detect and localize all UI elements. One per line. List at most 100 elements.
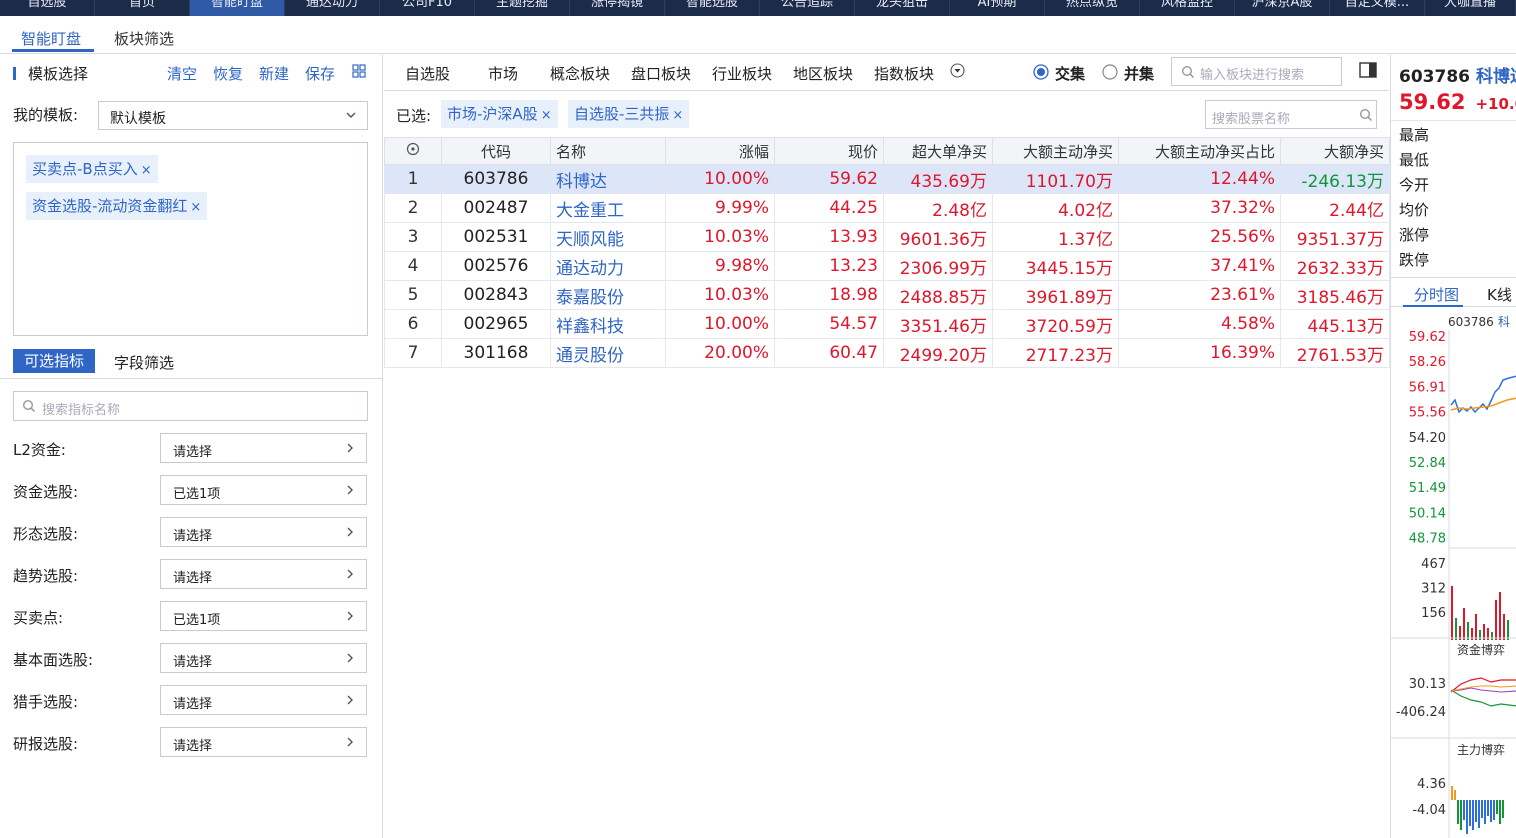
category-market[interactable]: 市场 <box>488 63 518 84</box>
my-template-label: 我的模板: <box>13 106 79 124</box>
stat-high: 最高 <box>1399 126 1430 144</box>
filter-value: 请选择 <box>173 571 213 586</box>
remove-tag-icon[interactable]: × <box>141 163 152 178</box>
top-nav-tab[interactable]: 公告追踪 <box>760 0 855 16</box>
col-price[interactable]: 现价 <box>774 137 884 165</box>
stock-search-input[interactable]: 搜索股票名称 <box>1205 100 1377 129</box>
stock-code: 002843 <box>441 280 551 310</box>
col-active-ratio[interactable]: 大额主动净买占比 <box>1118 137 1281 165</box>
top-nav-tab[interactable]: 智能盯盘 <box>190 0 285 16</box>
stock-name[interactable]: 通灵股份 <box>550 338 666 368</box>
top-nav-tab[interactable]: 大咖直播 <box>1425 0 1516 16</box>
top-nav-tab[interactable]: AI预期 <box>950 0 1045 16</box>
chart-name: 科 <box>1498 315 1510 329</box>
top-nav-tab[interactable]: 涨停揭镜 <box>570 0 665 16</box>
remove-chip-icon[interactable]: × <box>541 108 552 123</box>
tab-field-filter[interactable]: 字段筛选 <box>114 352 174 373</box>
category-concept[interactable]: 概念板块 <box>550 63 610 84</box>
table-row[interactable]: 6 002965 祥鑫科技 10.00% 54.57 3351.46万 3720.59万 4.… <box>384 309 1390 339</box>
table-row[interactable]: 5 002843 泰嘉股份 10.03% 18.98 2488.85万 3961.89万 23… <box>384 280 1390 310</box>
filter-select[interactable]: 请选择 <box>160 559 367 589</box>
more-categories-icon[interactable] <box>950 63 965 78</box>
stock-name[interactable]: 通达动力 <box>550 251 666 281</box>
quote-name[interactable]: 科博达 <box>1476 67 1516 87</box>
chevron-right-icon <box>347 695 353 705</box>
stock-name[interactable]: 天顺风能 <box>550 222 666 252</box>
settings-icon[interactable] <box>384 137 442 165</box>
layout-icon[interactable] <box>352 64 366 78</box>
col-super-net[interactable]: 超大单净买 <box>883 137 993 165</box>
table-row[interactable]: 2 002487 大金重工 9.99% 44.25 2.48亿 4.02亿 37.32% 2.4… <box>384 193 1390 223</box>
stock-active-ratio: 16.39% <box>1118 338 1281 368</box>
indicator-search-input[interactable]: 搜索指标名称 <box>13 391 368 421</box>
selected-chip-market[interactable]: 市场-沪深A股 × <box>441 100 558 128</box>
top-nav-tab[interactable]: 风格监控 <box>1140 0 1235 16</box>
filter-select[interactable]: 请选择 <box>160 685 367 715</box>
remove-tag-icon[interactable]: × <box>190 200 201 215</box>
stock-active-net: 1101.70万 <box>992 164 1119 194</box>
table-row[interactable]: 7 301168 通灵股份 20.00% 60.47 2499.20万 2717.23万 16… <box>384 338 1390 368</box>
panel-toggle-icon[interactable] <box>1359 62 1377 78</box>
stock-pct: 9.98% <box>665 251 775 281</box>
new-button[interactable]: 新建 <box>259 63 289 84</box>
remove-chip-icon[interactable]: × <box>672 108 683 123</box>
tab-kline[interactable]: K线 <box>1487 284 1512 305</box>
stock-name[interactable]: 大金重工 <box>550 193 666 223</box>
filter-select[interactable]: 已选1项 <box>160 475 367 505</box>
top-nav-tab[interactable]: 主题挖掘 <box>475 0 570 16</box>
save-button[interactable]: 保存 <box>305 63 335 84</box>
tab-smart-monitor[interactable]: 智能盯盘 <box>21 28 81 49</box>
table-row[interactable]: 4 002576 通达动力 9.98% 13.23 2306.99万 3445.15万 37.… <box>384 251 1390 281</box>
table-row[interactable]: 1 603786 科博达 10.00% 59.62 435.69万 1101.70万 12.4… <box>384 164 1390 194</box>
table-row[interactable]: 3 002531 天顺风能 10.03% 13.93 9601.36万 1.37亿 25.56… <box>384 222 1390 252</box>
top-nav-tab[interactable]: 龙头狙击 <box>855 0 950 16</box>
category-board[interactable]: 盘口板块 <box>631 63 691 84</box>
stock-name[interactable]: 祥鑫科技 <box>550 309 666 339</box>
filter-select[interactable]: 请选择 <box>160 643 367 673</box>
category-index[interactable]: 指数板块 <box>874 63 934 84</box>
category-industry[interactable]: 行业板块 <box>712 63 772 84</box>
top-nav-tab[interactable]: 热点纵览 <box>1045 0 1140 16</box>
axis-tick-label: 312 <box>1421 582 1446 597</box>
clear-button[interactable]: 清空 <box>167 63 197 84</box>
search-icon[interactable] <box>1359 108 1373 122</box>
top-nav-tab[interactable]: 自定义模... <box>1330 0 1425 16</box>
top-nav-tab[interactable]: 通达动力 <box>285 0 380 16</box>
selected-chip-watchlist[interactable]: 自选股-三共振 × <box>568 100 690 128</box>
fund-lines <box>1450 677 1516 707</box>
tab-sector-filter[interactable]: 板块筛选 <box>114 28 174 49</box>
filter-select[interactable]: 请选择 <box>160 433 367 463</box>
col-big-net[interactable]: 大额净买 <box>1280 137 1390 165</box>
radio-intersection[interactable] <box>1033 64 1049 80</box>
filter-select[interactable]: 请选择 <box>160 517 367 547</box>
stock-active-net: 2717.23万 <box>992 338 1119 368</box>
filter-select[interactable]: 已选1项 <box>160 601 367 631</box>
tab-optional-indicators[interactable]: 可选指标 <box>13 349 95 373</box>
top-nav-tab[interactable]: 智能选股 <box>665 0 760 16</box>
restore-button[interactable]: 恢复 <box>213 63 243 84</box>
my-template-select[interactable]: 默认模板 <box>98 101 368 130</box>
stock-price: 44.25 <box>774 193 884 223</box>
category-region[interactable]: 地区板块 <box>793 63 853 84</box>
template-tag-fund-flow[interactable]: 资金选股-流动资金翻红 × <box>26 192 208 220</box>
category-watchlist[interactable]: 自选股 <box>405 63 450 84</box>
tab-intraday[interactable]: 分时图 <box>1414 284 1459 305</box>
col-active-net[interactable]: 大额主动净买 <box>992 137 1119 165</box>
radio-union[interactable] <box>1102 64 1118 80</box>
sector-search-input[interactable]: 输入板块进行搜索 <box>1171 57 1342 86</box>
stock-big-net: -246.13万 <box>1280 164 1390 194</box>
stock-name[interactable]: 科博达 <box>550 164 666 194</box>
col-name[interactable]: 名称 <box>550 137 666 165</box>
template-tag-b-point[interactable]: 买卖点-B点买入 × <box>26 155 158 183</box>
col-pct[interactable]: 涨幅 <box>665 137 775 165</box>
stock-big-net: 445.13万 <box>1280 309 1390 339</box>
filter-select[interactable]: 请选择 <box>160 727 367 757</box>
top-nav-tab[interactable]: 首页 <box>95 0 190 16</box>
top-nav-tab[interactable]: 自选股 <box>0 0 95 16</box>
stock-name[interactable]: 泰嘉股份 <box>550 280 666 310</box>
col-code[interactable]: 代码 <box>441 137 551 165</box>
top-nav-tab[interactable]: 公司F10 <box>380 0 475 16</box>
radio-intersection-label[interactable]: 交集 <box>1055 63 1085 84</box>
radio-union-label[interactable]: 并集 <box>1124 63 1154 84</box>
top-nav-tab[interactable]: 沪深京A股 <box>1235 0 1330 16</box>
